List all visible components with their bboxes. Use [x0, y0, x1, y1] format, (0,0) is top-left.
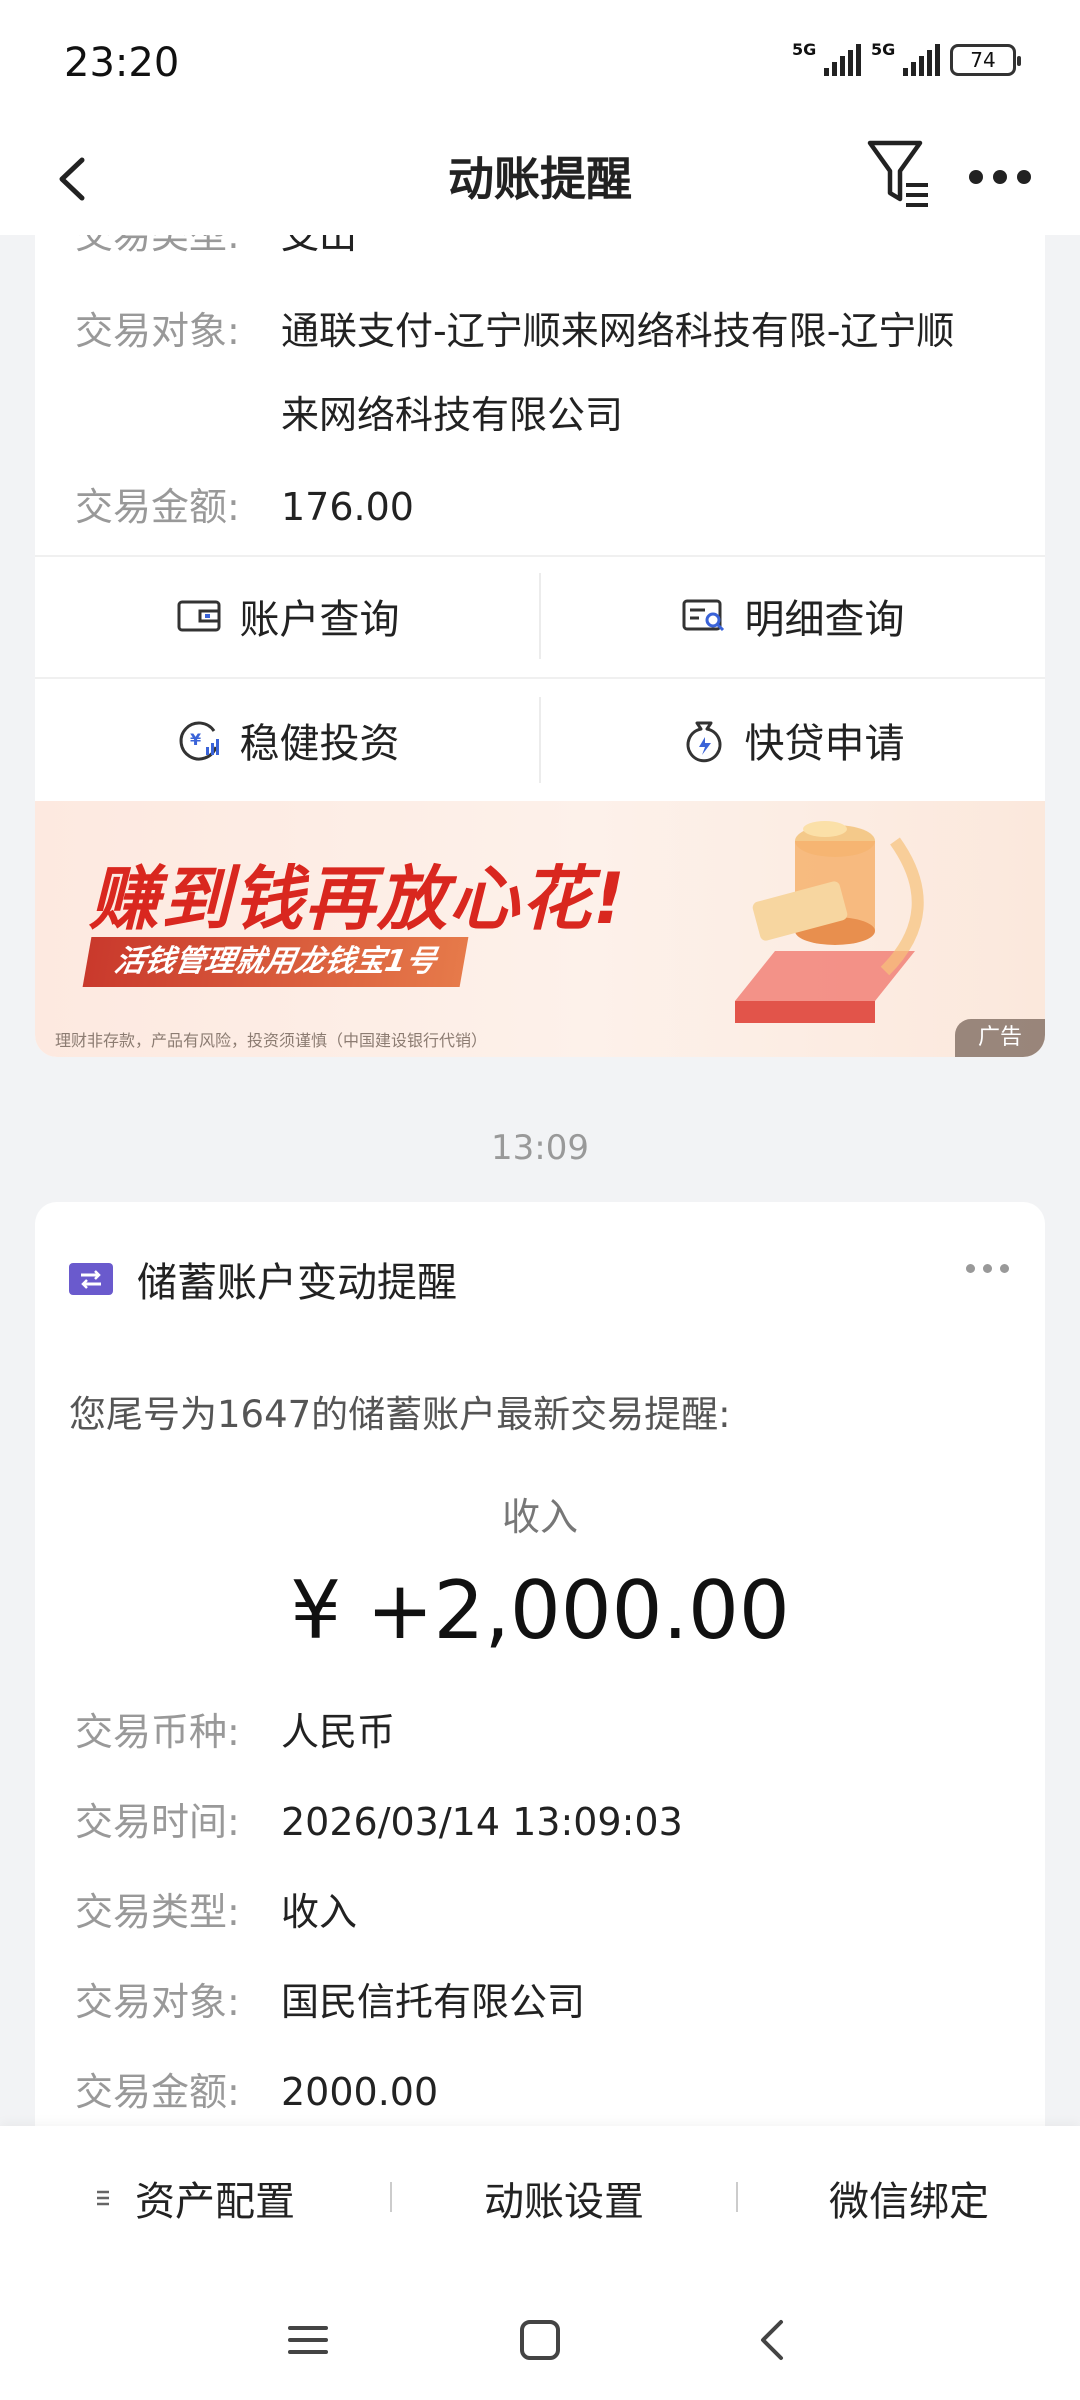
nav-bar: 动账提醒	[0, 125, 1080, 235]
action-label: 账户查询	[239, 597, 400, 643]
tab-wechat-binding[interactable]: 微信绑定	[738, 2126, 1080, 2270]
row-label: 交易金额:	[75, 2070, 240, 2114]
filter-button[interactable]	[862, 135, 934, 215]
invest-icon: ¥	[179, 721, 219, 761]
transaction-type-heading: 收入	[501, 1495, 578, 1539]
row-type: 交易类型: 收入	[75, 1868, 357, 1956]
card-header: 储蓄账户变动提醒	[69, 1250, 457, 1308]
menu-icon	[288, 2326, 328, 2354]
status-time: 23:20	[64, 40, 180, 86]
row-label: 交易类型:	[75, 1890, 240, 1934]
row-label: 交易对象:	[75, 309, 240, 353]
home-button[interactable]	[500, 2300, 580, 2380]
row-value-line2: 来网络科技有限公司	[281, 393, 624, 437]
banner-title: 赚到钱再放心花!	[89, 858, 627, 940]
filter-icon	[867, 140, 928, 207]
tab-label: 资产配置	[135, 2179, 295, 2225]
row-amount: 交易金额: 2000.00	[75, 2048, 438, 2136]
loan-icon	[686, 721, 721, 763]
row-amount: 交易金额: 176.00	[75, 463, 414, 551]
action-label: 快贷申请	[744, 721, 905, 767]
transaction-intro: 您尾号为1647的储蓄账户最新交易提醒:	[69, 1393, 731, 1436]
row-value: 176.00	[281, 485, 414, 529]
wallet-icon	[177, 600, 220, 632]
signal-label: 5G	[792, 40, 817, 59]
row-label: 交易币种:	[75, 1710, 240, 1754]
system-navigation-bar	[0, 2270, 1080, 2400]
system-back-button[interactable]	[732, 2300, 812, 2380]
row-label: 交易类型:	[75, 235, 240, 257]
more-dot	[1017, 170, 1031, 184]
ad-badge: 广告	[955, 1019, 1045, 1057]
square-icon	[520, 2320, 560, 2360]
time-separator: 13:09	[491, 1128, 589, 1168]
transaction-amount: ¥ +2,000.00	[290, 1564, 790, 1657]
row-value: 2026/03/14 13:09:03	[281, 1800, 683, 1844]
more-dot	[966, 1264, 975, 1273]
battery-level: 74	[970, 48, 996, 72]
row-value: 收入	[281, 1890, 358, 1934]
battery-icon: 74	[950, 44, 1021, 76]
banner-subtitle: 活钱管理就用龙钱宝1号	[82, 937, 469, 987]
signal-label: 5G	[871, 40, 896, 59]
coin-jar-illustration	[735, 821, 924, 1023]
detail-query-button[interactable]: 明细查询	[540, 555, 1045, 677]
tab-label: 动账设置	[484, 2179, 644, 2225]
more-dot	[969, 170, 983, 184]
row-type-partial: 交易类型: 支出	[75, 235, 357, 279]
row-value: 支出	[281, 235, 358, 257]
row-value: 人民币	[281, 1710, 396, 1754]
menu-lines-icon	[97, 2190, 109, 2206]
signal-icon: 5G	[871, 40, 940, 76]
statement-icon	[682, 599, 724, 632]
steady-invest-button[interactable]: ¥ 稳健投资	[35, 679, 540, 801]
promo-banner[interactable]: 赚到钱再放心花! 活钱管理就用龙钱宝1号 理财非存款，产品有风险，投资须谨慎（中…	[35, 801, 1045, 1057]
row-counterparty: 交易对象: 通联支付-辽宁顺来网络科技有限-辽宁顺 来网络科技有限公司	[75, 287, 954, 459]
quick-loan-button[interactable]: 快贷申请	[540, 679, 1045, 801]
action-label: 明细查询	[744, 597, 905, 643]
chevron-left-icon	[761, 2320, 783, 2360]
row-label: 交易金额:	[75, 485, 240, 529]
recent-apps-button[interactable]	[268, 2300, 348, 2380]
bottom-tab-bar: 资产配置 动账设置 微信绑定	[0, 2126, 1080, 2270]
savings-card-icon	[69, 1263, 113, 1295]
more-dot	[1000, 1264, 1009, 1273]
account-query-button[interactable]: 账户查询	[35, 555, 540, 677]
row-value: 2000.00	[281, 2070, 439, 2114]
transaction-card-income: 储蓄账户变动提醒 您尾号为1647的储蓄账户最新交易提醒: 收入 ¥ +2,00…	[35, 1202, 1045, 2212]
banner-disclaimer: 理财非存款，产品有风险，投资须谨慎（中国建设银行代销）	[55, 1031, 488, 1050]
status-bar: 23:20 5G 5G 74	[0, 0, 1080, 125]
row-counterparty: 交易对象: 国民信托有限公司	[75, 1958, 585, 2046]
card-more-button[interactable]	[966, 1264, 1009, 1273]
action-label: 稳健投资	[239, 721, 400, 767]
more-dot	[983, 1264, 992, 1273]
row-label: 交易时间:	[75, 1800, 240, 1844]
row-value-line1: 通联支付-辽宁顺来网络科技有限-辽宁顺	[281, 309, 955, 353]
row-label: 交易对象:	[75, 1980, 240, 2024]
tab-account-settings[interactable]: 动账设置	[392, 2126, 736, 2270]
tab-label: 微信绑定	[829, 2179, 989, 2225]
transaction-card-expense: 交易类型: 支出 交易对象: 通联支付-辽宁顺来网络科技有限-辽宁顺 来网络科技…	[35, 235, 1045, 1057]
row-value: 国民信托有限公司	[281, 1980, 586, 2024]
status-icons: 5G 5G 74	[792, 40, 1021, 76]
svg-text:¥: ¥	[190, 730, 201, 749]
more-button[interactable]	[960, 145, 1040, 209]
more-dot	[993, 170, 1007, 184]
card-title: 储蓄账户变动提醒	[137, 1260, 457, 1306]
row-time: 交易时间: 2026/03/14 13:09:03	[75, 1778, 683, 1866]
row-currency: 交易币种: 人民币	[75, 1688, 395, 1776]
tab-asset-allocation[interactable]: 资产配置	[0, 2126, 390, 2270]
signal-icon: 5G	[792, 40, 861, 76]
